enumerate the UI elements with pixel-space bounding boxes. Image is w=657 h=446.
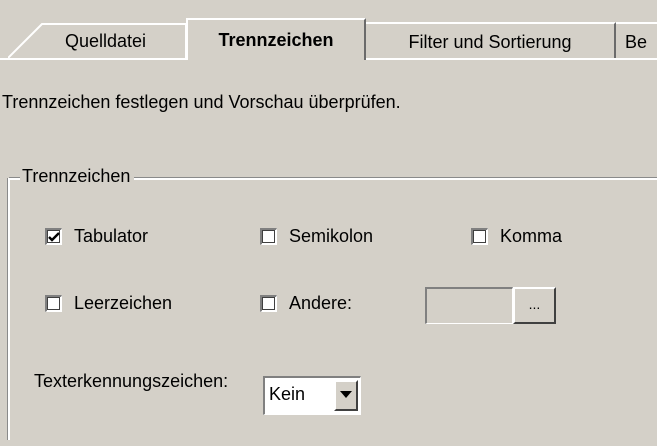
- tab-quelldatei-label: Quelldatei: [65, 31, 147, 51]
- text-qualifier-select[interactable]: Kein: [263, 376, 361, 415]
- checkbox-leerzeichen[interactable]: Leerzeichen: [45, 293, 172, 314]
- intro-text: Trennzeichen festlegen und Vorschau über…: [2, 92, 401, 112]
- checkbox-komma-label: Komma: [500, 226, 563, 246]
- checkbox-tabulator[interactable]: Tabulator: [45, 226, 148, 247]
- checkbox-andere[interactable]: Andere:: [260, 293, 352, 314]
- checkbox-semikolon[interactable]: Semikolon: [260, 226, 373, 247]
- tab-filter-label: Filter und Sortierung: [408, 32, 572, 52]
- chevron-down-icon: [340, 391, 352, 398]
- text-qualifier-value: Kein: [269, 384, 306, 404]
- browse-button[interactable]: ...: [513, 287, 556, 324]
- checkbox-semikolon-box[interactable]: [260, 228, 277, 245]
- dropdown-button[interactable]: [334, 380, 358, 411]
- checkmark-icon: [48, 232, 60, 242]
- tab-trennzeichen[interactable]: Trennzeichen: [186, 18, 366, 60]
- checkbox-andere-box[interactable]: [260, 295, 277, 312]
- other-delimiter-input[interactable]: [425, 287, 513, 324]
- tab-be[interactable]: Be: [616, 22, 657, 58]
- checkbox-tabulator-label: Tabulator: [74, 226, 149, 246]
- tab-be-label: Be: [625, 32, 648, 52]
- tab-quelldatei[interactable]: Quelldatei: [8, 22, 186, 58]
- text-qualifier-label: Texterkennungszeichen:: [34, 372, 229, 391]
- checkbox-komma[interactable]: Komma: [471, 226, 562, 247]
- checkbox-tabulator-box[interactable]: [45, 228, 62, 245]
- tab-filter-sortierung[interactable]: Filter und Sortierung: [366, 22, 616, 58]
- groupbox-title: Trennzeichen: [20, 166, 135, 187]
- checkbox-komma-box[interactable]: [471, 228, 488, 245]
- checkbox-semikolon-label: Semikolon: [289, 226, 374, 246]
- tab-trennzeichen-label: Trennzeichen: [218, 30, 334, 50]
- checkbox-leerzeichen-box[interactable]: [45, 295, 62, 312]
- checkbox-andere-label: Andere:: [289, 293, 353, 313]
- tab-strip: Quelldatei Trennzeichen Filter und Sorti…: [0, 0, 657, 60]
- checkbox-leerzeichen-label: Leerzeichen: [74, 293, 173, 313]
